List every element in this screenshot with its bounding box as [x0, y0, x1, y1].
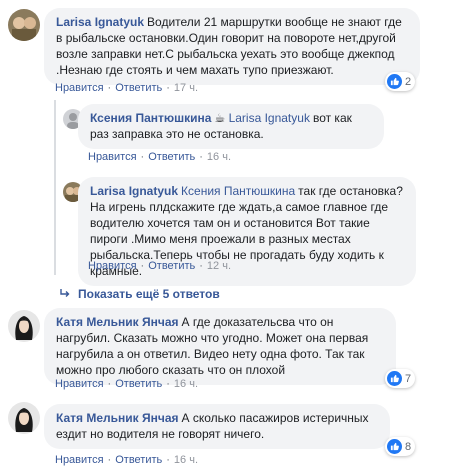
comment-actions: Нравится · Ответить · 17 ч.: [55, 82, 198, 94]
like-link[interactable]: Нравится: [55, 378, 104, 390]
reply-link[interactable]: Ответить: [148, 151, 195, 163]
reply-link[interactable]: Ответить: [115, 454, 162, 466]
like-link[interactable]: Нравится: [88, 260, 137, 272]
comment-author[interactable]: Larisa Ignatyuk: [90, 184, 178, 198]
like-icon: [387, 371, 402, 386]
reply-link[interactable]: Ответить: [115, 82, 162, 94]
reply-arrow-icon: [60, 287, 70, 301]
like-link[interactable]: Нравится: [55, 454, 104, 466]
mention-link[interactable]: Ксения Пантюшкина: [181, 184, 295, 198]
like-link[interactable]: Нравится: [55, 82, 104, 94]
timestamp[interactable]: 16 ч.: [174, 378, 198, 390]
emoji: ☕: [214, 111, 226, 125]
reactions-count[interactable]: 2: [385, 72, 416, 91]
timestamp[interactable]: 12 ч.: [207, 260, 231, 272]
avatar[interactable]: [8, 402, 40, 434]
comment-actions: Нравится · Ответить · 12 ч.: [88, 260, 231, 272]
timestamp[interactable]: 16 ч.: [207, 151, 231, 163]
show-more-label[interactable]: Показать ещё 5 ответов: [78, 287, 220, 301]
avatar[interactable]: [8, 9, 40, 41]
comment-author[interactable]: Катя Мельник Янчая: [56, 411, 179, 425]
separator-dot: ·: [199, 260, 203, 272]
show-more-replies[interactable]: Показать ещё 5 ответов: [60, 287, 220, 301]
separator-dot: ·: [140, 260, 145, 272]
reactions-count[interactable]: 7: [385, 369, 416, 388]
separator-dot: ·: [166, 82, 170, 94]
like-icon: [387, 439, 402, 454]
separator-dot: ·: [107, 454, 112, 466]
like-icon: [387, 74, 402, 89]
separator-dot: ·: [199, 151, 203, 163]
separator-dot: ·: [140, 151, 145, 163]
thread-line: [54, 100, 56, 275]
comment-actions: Нравится · Ответить · 16 ч.: [88, 151, 231, 163]
comment-author[interactable]: Ксения Пантюшкина: [90, 111, 211, 125]
reaction-number: 7: [405, 372, 412, 385]
comment-author[interactable]: Larisa Ignatyuk: [56, 15, 144, 29]
comment-actions: Нравится · Ответить · 16 ч.: [55, 378, 198, 390]
separator-dot: ·: [107, 82, 112, 94]
reply-link[interactable]: Ответить: [148, 260, 195, 272]
reaction-number: 2: [405, 75, 412, 88]
separator-dot: ·: [166, 378, 170, 390]
reply-link[interactable]: Ответить: [115, 378, 162, 390]
comment-bubble: Катя Мельник Янчая А где доказательсва чт…: [44, 308, 396, 385]
avatar[interactable]: [8, 310, 40, 342]
mention-link[interactable]: Larisa Ignatyuk: [229, 111, 310, 125]
like-link[interactable]: Нравится: [88, 151, 137, 163]
comment-bubble: Ксения Пантюшкина ☕ Larisa Ignatyuk вот ка…: [78, 104, 384, 149]
reactions-count[interactable]: 8: [385, 437, 416, 456]
comment-actions: Нравится · Ответить · 16 ч.: [55, 454, 198, 466]
separator-dot: ·: [166, 454, 170, 466]
separator-dot: ·: [107, 378, 112, 390]
comment-bubble: Катя Мельник Янчая А сколько пасажиров ис…: [44, 404, 390, 449]
reaction-number: 8: [405, 440, 412, 453]
timestamp[interactable]: 17 ч.: [174, 82, 198, 94]
comment-author[interactable]: Катя Мельник Янчая: [56, 315, 179, 329]
comment-bubble: Larisa Ignatyuk Водители 21 маршрутки воо…: [44, 8, 420, 85]
timestamp[interactable]: 16 ч.: [174, 454, 198, 466]
